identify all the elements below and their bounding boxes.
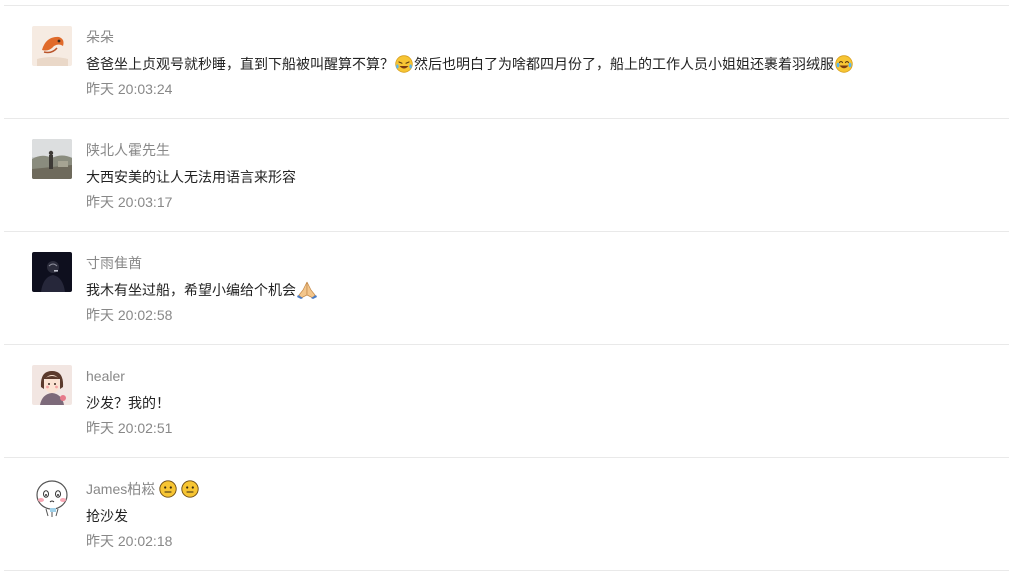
- comment-text: 大西安美的让人无法用语言来形容: [86, 167, 296, 187]
- comment-divider: [4, 570, 1009, 571]
- username[interactable]: 陕北人霍先生: [86, 141, 170, 159]
- username[interactable]: 朵朵: [86, 28, 114, 46]
- comment-timestamp: 昨天 20:02:58: [86, 307, 173, 323]
- girl-illustration-avatar-icon[interactable]: [32, 365, 72, 405]
- comment-text: 沙发？我的！: [86, 393, 170, 413]
- laughing-crying-face-icon: [395, 55, 413, 73]
- username-text[interactable]: 陕北人霍先生: [86, 141, 170, 159]
- orange-bird-avatar-icon[interactable]: [32, 26, 72, 66]
- comment-text-part: 我木有坐过船，希望小编给个机会: [86, 282, 296, 298]
- comment-item: healer 沙发？我的！ 昨天 20:02:51: [0, 345, 1009, 458]
- username[interactable]: healer: [86, 367, 125, 385]
- comment-item: 寸雨隹酋 我木有坐过船，希望小编给个机会 昨天 20:02:58: [0, 232, 1009, 345]
- comment-timestamp: 昨天 20:02:18: [86, 533, 173, 549]
- dark-portrait-avatar-icon[interactable]: [32, 252, 72, 292]
- comment-timestamp: 昨天 20:03:24: [86, 81, 173, 97]
- username-text[interactable]: healer: [86, 367, 125, 385]
- comment-text-part: 爸爸坐上贞观号就秒睡，直到下船被叫醒算不算？: [86, 56, 394, 72]
- username-text[interactable]: 寸雨隹酋: [86, 254, 142, 272]
- comment-text-part: 沙发？我的！: [86, 395, 170, 411]
- comment-text-part: 然后也明白了为啥都四月份了，船上的工作人员小姐姐还裹着羽绒服: [414, 56, 834, 72]
- username[interactable]: James柏崧: [86, 480, 200, 498]
- username-text[interactable]: James柏崧: [86, 480, 155, 498]
- comment-timestamp: 昨天 20:02:51: [86, 420, 173, 436]
- username-text[interactable]: 朵朵: [86, 28, 114, 46]
- comment-text: 抢沙发: [86, 506, 128, 526]
- neutral-face-icon: [181, 480, 199, 498]
- comment-text-part: 大西安美的让人无法用语言来形容: [86, 169, 296, 185]
- folded-hands-icon: [297, 281, 317, 299]
- landscape-photo-avatar-icon[interactable]: [32, 139, 72, 179]
- cartoon-face-avatar-icon[interactable]: [32, 478, 72, 518]
- comment-text-part: 抢沙发: [86, 508, 128, 524]
- comment-text: 爸爸坐上贞观号就秒睡，直到下船被叫醒算不算？ 然后也明白了为啥都四月份了，船上的…: [86, 54, 854, 74]
- comment-item: 朵朵 爸爸坐上贞观号就秒睡，直到下船被叫醒算不算？ 然后也明白了为啥都四月份了，…: [0, 6, 1009, 119]
- tears-of-joy-face-icon: [835, 55, 853, 73]
- username[interactable]: 寸雨隹酋: [86, 254, 142, 272]
- neutral-face-icon: [159, 480, 177, 498]
- comment-timestamp: 昨天 20:03:17: [86, 194, 173, 210]
- comment-item: 陕北人霍先生 大西安美的让人无法用语言来形容 昨天 20:03:17: [0, 119, 1009, 232]
- comment-text: 我木有坐过船，希望小编给个机会: [86, 280, 317, 300]
- comment-item: James柏崧 抢沙发 昨天 20:02:18: [0, 458, 1009, 571]
